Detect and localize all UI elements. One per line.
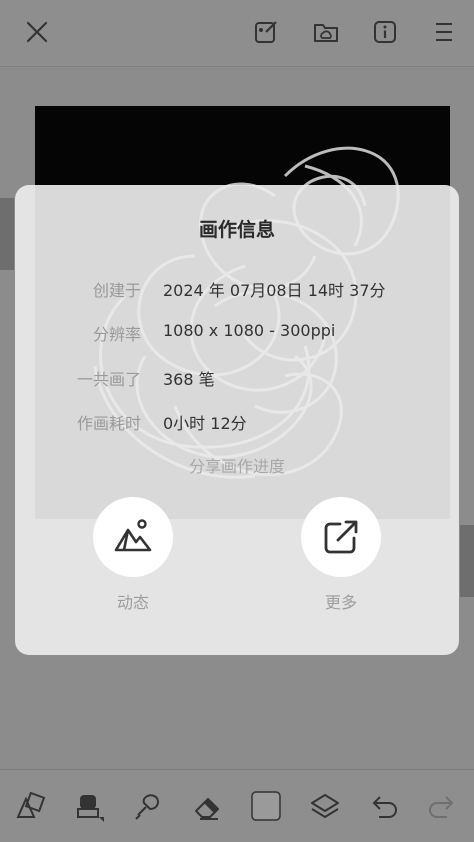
action-label: 更多 [324,593,357,612]
info-value: 2024 年 07月08日 14时 37分 [163,281,386,300]
left-side-handle[interactable] [0,198,14,270]
mountain-image-icon [114,519,152,552]
smudge-icon[interactable] [127,786,167,826]
info-value: 1080 x 1080 - 300ppi [163,321,336,340]
menu-icon[interactable] [426,14,462,50]
dialog-title: 画作信息 [198,219,275,241]
brush-icon[interactable] [68,786,108,826]
info-row-created: 创建于 2024 年 07月08日 14时 37分 [15,277,459,303]
top-toolbar [0,0,474,67]
more-share-button[interactable]: 更多 [281,497,401,613]
info-key: 作画耗时 [76,414,141,433]
action-label: 动态 [116,593,149,612]
edit-canvas-icon[interactable] [248,14,284,50]
action-circle[interactable] [301,497,381,577]
info-value: 368 笔 [163,370,215,389]
info-row-resolution: 分辨率 1080 x 1080 - 300ppi [15,321,459,347]
undo-icon[interactable] [364,786,404,826]
share-progress-link[interactable]: 分享画作进度 [15,453,459,477]
bottom-toolbar [0,769,474,842]
info-row-duration: 作画耗时 0小时 12分 [15,410,459,436]
right-side-handle[interactable] [460,525,474,597]
share-external-icon [324,520,358,554]
info-value: 0小时 12分 [163,414,247,433]
shapes-icon[interactable] [11,786,51,826]
layers-icon[interactable] [305,786,345,826]
info-icon[interactable] [367,14,403,50]
color-swatch[interactable] [246,786,286,826]
action-circle[interactable] [93,497,173,577]
close-icon[interactable] [19,14,55,50]
info-row-strokes: 一共画了 368 笔 [15,366,459,392]
redo-icon[interactable] [422,786,462,826]
artwork-info-dialog: 画作信息 创建于 2024 年 07月08日 14时 37分 分辨率 1080 … [15,185,459,655]
folder-cloud-icon[interactable] [308,14,344,50]
info-key: 一共画了 [76,370,141,389]
info-key: 分辨率 [92,325,141,344]
post-to-feed-button[interactable]: 动态 [73,497,193,613]
eraser-icon[interactable] [187,786,227,826]
info-key: 创建于 [92,281,141,300]
